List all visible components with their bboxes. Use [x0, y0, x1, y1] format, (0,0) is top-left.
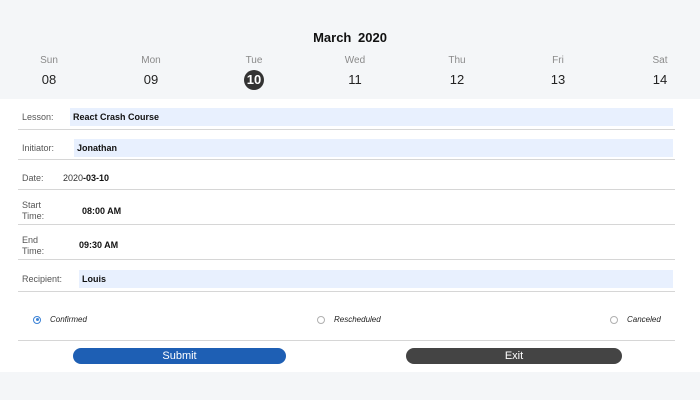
day-number: 13	[550, 72, 566, 87]
lesson-label: Lesson:	[22, 112, 54, 122]
month-title: March 2020	[0, 30, 700, 45]
end-time-field[interactable]: 09:30 AM	[79, 240, 118, 251]
radio-unchecked-icon	[317, 315, 325, 324]
recipient-field[interactable]: Louis	[79, 270, 673, 288]
recipient-row: Recipient: Louis	[18, 260, 675, 292]
status-label-confirmed: Confirmed	[50, 315, 87, 324]
day-number: 14	[652, 72, 668, 87]
day-number: 11	[348, 72, 362, 87]
date-label: Date:	[22, 173, 44, 183]
radio-checked-icon	[33, 315, 41, 324]
day-tue-selected[interactable]: Tue 10	[224, 54, 284, 90]
initiator-label: Initiator:	[22, 143, 55, 153]
year: 2020	[358, 30, 387, 45]
day-name: Sat	[652, 55, 668, 66]
day-number: 10	[244, 70, 264, 90]
end-time-label-line1: End	[22, 235, 39, 245]
start-time-row: Start Time: 08:00 AM	[18, 190, 675, 225]
date-row: Date: 2020-03-10	[18, 160, 675, 190]
status-radio-rescheduled[interactable]: Rescheduled	[317, 315, 381, 324]
status-label-rescheduled: Rescheduled	[334, 315, 381, 324]
day-wed[interactable]: Wed 11	[325, 54, 385, 90]
start-time-label: Start Time:	[22, 200, 44, 222]
day-name: Tue	[245, 55, 263, 66]
status-radio-confirmed[interactable]: Confirmed	[33, 315, 87, 324]
day-mon[interactable]: Mon 09	[121, 54, 181, 90]
day-fri[interactable]: Fri 13	[528, 54, 588, 90]
end-time-label-line2: Time:	[22, 246, 45, 256]
radio-divider	[18, 327, 675, 341]
day-number: 12	[449, 72, 465, 87]
date-month-day: -03-10	[83, 173, 110, 183]
day-number: 08	[41, 72, 57, 87]
date-field[interactable]: 2020-03-10	[63, 173, 109, 184]
recipient-label: Recipient:	[22, 274, 63, 284]
day-thu[interactable]: Thu 12	[427, 54, 487, 90]
lesson-row: Lesson: React Crash Course	[18, 103, 675, 130]
lesson-form: Lesson: React Crash Course Initiator: Jo…	[0, 99, 700, 372]
month-name: March	[313, 30, 352, 45]
day-name: Sun	[40, 55, 58, 66]
day-sun[interactable]: Sun 08	[19, 54, 79, 90]
initiator-row: Initiator: Jonathan	[18, 130, 675, 160]
day-sat[interactable]: Sat 14	[630, 54, 690, 90]
date-year: 2020	[63, 173, 84, 183]
radio-unchecked-icon	[610, 315, 618, 324]
day-name: Mon	[141, 55, 161, 66]
day-name: Thu	[448, 55, 466, 66]
initiator-field[interactable]: Jonathan	[74, 139, 673, 157]
submit-button[interactable]: Submit	[73, 348, 286, 364]
lesson-field[interactable]: React Crash Course	[70, 108, 673, 126]
end-time-row: End Time: 09:30 AM	[18, 225, 675, 260]
calendar-header: March 2020 Sun 08 Mon 09 Tue 10 Wed 11 T…	[0, 0, 700, 99]
start-time-label-line1: Start	[22, 200, 42, 210]
end-time-label: End Time:	[22, 235, 44, 257]
day-number: 09	[143, 72, 159, 87]
exit-button[interactable]: Exit	[406, 348, 622, 364]
status-label-canceled: Canceled	[627, 315, 661, 324]
start-time-field[interactable]: 08:00 AM	[82, 206, 121, 217]
status-radio-canceled[interactable]: Canceled	[610, 315, 661, 324]
day-name: Wed	[344, 55, 366, 66]
start-time-label-line2: Time:	[22, 211, 45, 221]
day-name: Fri	[552, 55, 564, 66]
